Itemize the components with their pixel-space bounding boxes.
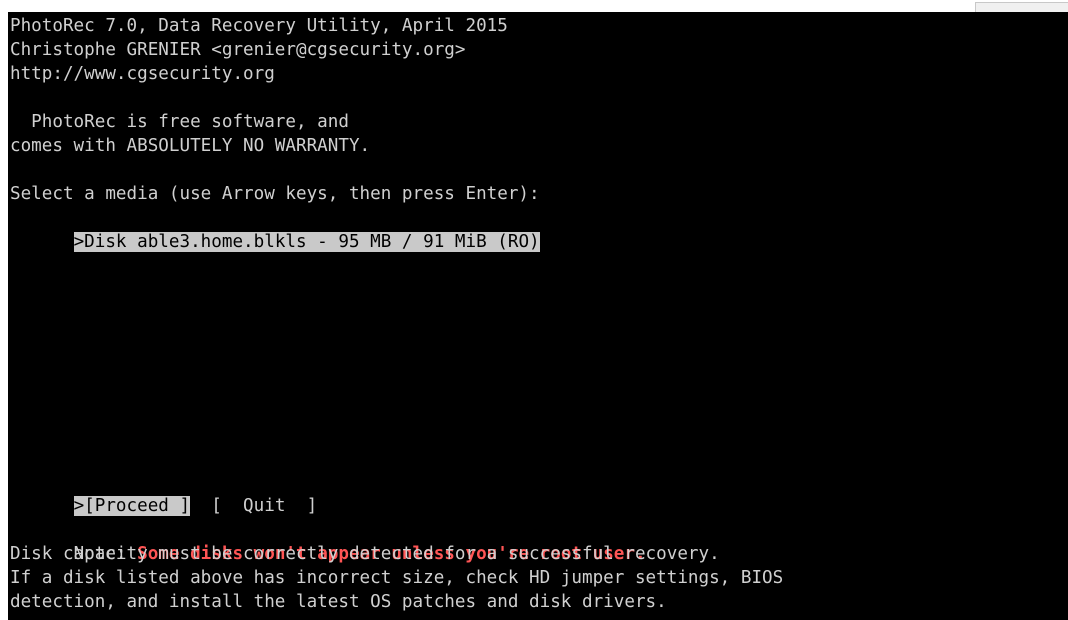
media-item-selected[interactable]: >Disk able3.home.blkls - 95 MB / 91 MiB … (73, 232, 540, 252)
app-title-line: PhotoRec 7.0, Data Recovery Utility, Apr… (10, 16, 508, 36)
author-line: Christophe GRENIER <grenier@cgsecurity.o… (10, 40, 466, 60)
proceed-button[interactable]: >[Proceed ] (73, 496, 191, 516)
window-left-border (0, 12, 8, 620)
media-prompt: Select a media (use Arrow keys, then pre… (10, 184, 540, 204)
terminal-window: PhotoRec 7.0, Data Recovery Utility, Apr… (0, 0, 1068, 620)
note-line-3: If a disk listed above has incorrect siz… (10, 568, 784, 588)
website-line: http://www.cgsecurity.org (10, 64, 275, 84)
note-line-4: detection, and install the latest OS pat… (10, 592, 667, 612)
note-warning-line: Note: Some disks won't appear unless you… (10, 518, 646, 564)
quit-button[interactable]: [ Quit ] (211, 496, 317, 516)
photorec-terminal[interactable]: PhotoRec 7.0, Data Recovery Utility, Apr… (8, 12, 1068, 620)
note-line-2: Disk capacity must be correctly detected… (10, 544, 720, 564)
window-top-strip (0, 0, 1068, 13)
media-list: >Disk able3.home.blkls - 95 MB / 91 MiB … (10, 206, 540, 252)
license-line-1: PhotoRec is free software, and (10, 112, 349, 132)
license-line-2: comes with ABSOLUTELY NO WARRANTY. (10, 136, 371, 156)
action-spacer (190, 496, 211, 516)
action-bar: >[Proceed ] [ Quit ] (10, 470, 317, 516)
